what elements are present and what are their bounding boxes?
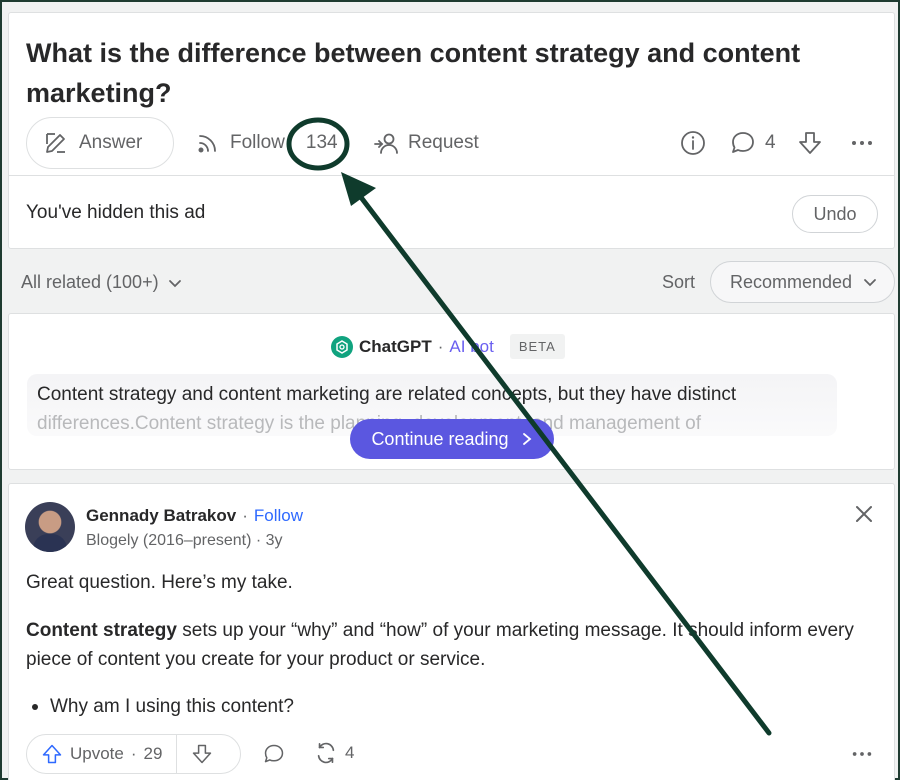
speech-bubble-icon[interactable]	[263, 743, 285, 765]
separator: ·	[130, 744, 137, 763]
answer-label: Answer	[79, 132, 143, 153]
chevron-down-icon	[864, 279, 876, 287]
undo-button[interactable]: Undo	[792, 195, 878, 233]
continue-reading-button[interactable]: Continue reading	[350, 419, 554, 459]
vote-bar: Upvote · 29	[26, 734, 241, 774]
list-item: Why am I using this content?	[26, 692, 856, 721]
ai-answer-header: ChatGPT · AI bot BETA	[331, 334, 565, 359]
follow-author-link[interactable]: Follow	[254, 506, 303, 526]
ellipsis-icon[interactable]	[850, 749, 874, 759]
arrow-up-icon	[42, 744, 62, 764]
follow-button[interactable]: Follow 134	[195, 117, 338, 169]
sort-dropdown[interactable]: Recommended	[710, 261, 895, 303]
upvote-label: Upvote	[70, 744, 124, 763]
page-frame: What is the difference between content s…	[0, 0, 900, 780]
ai-answer-card: ChatGPT · AI bot BETA Content strategy a…	[8, 313, 895, 470]
answer-body: Great question. Here’s my take. Content …	[26, 568, 856, 721]
separator: ·	[242, 506, 248, 525]
openai-logo-icon	[331, 335, 353, 358]
related-filter[interactable]: All related (100+)	[21, 272, 183, 293]
hidden-ad-card: You've hidden this ad Undo	[8, 175, 895, 249]
answer-card: Gennady Batrakov · Follow Blogely (2016–…	[8, 483, 895, 780]
answer-intro: Great question. Here’s my take.	[26, 572, 293, 593]
answer-button[interactable]: Answer	[26, 117, 174, 169]
more-options-button[interactable]	[849, 117, 875, 169]
ai-answer-line1: Content strategy and content marketing a…	[37, 384, 737, 405]
ai-bot-label[interactable]: AI bot	[449, 337, 493, 357]
upvote-count: 29	[143, 744, 163, 763]
sort-value: Recommended	[730, 271, 853, 292]
ellipsis-icon	[852, 141, 872, 145]
beta-badge: BETA	[509, 334, 565, 359]
follow-count: 134	[305, 132, 338, 153]
ai-name[interactable]: ChatGPT	[359, 337, 432, 357]
author-name[interactable]: Gennady Batrakov	[86, 506, 236, 526]
info-circle-icon	[681, 131, 705, 155]
downvote-question-button[interactable]	[797, 117, 823, 169]
chevron-right-icon	[522, 433, 531, 445]
downvote-button[interactable]	[177, 735, 227, 773]
chevron-down-icon	[168, 279, 181, 287]
arrow-down-icon	[193, 744, 212, 764]
upvote-button[interactable]: Upvote · 29	[27, 735, 178, 773]
question-card: What is the difference between content s…	[8, 12, 895, 175]
arrow-down-icon	[799, 132, 821, 154]
person-add-icon	[374, 133, 398, 154]
pencil-edit-icon	[46, 133, 65, 153]
sort-label: Sort	[662, 272, 696, 292]
separator: ·	[437, 336, 444, 356]
comment-count: 4	[765, 132, 776, 153]
reshare-icon	[317, 742, 335, 764]
author-line: Gennady Batrakov · Follow	[86, 506, 303, 526]
related-bar: All related (100+) Sort Recommended	[8, 255, 895, 311]
question-title[interactable]: What is the difference between content s…	[26, 33, 866, 113]
rss-feed-icon	[198, 135, 216, 153]
question-actions: Answer Follow 134 Request 4	[9, 117, 894, 171]
request-label: Request	[408, 132, 479, 153]
answer-bold-term: Content strategy	[26, 620, 177, 641]
related-label: All related (100+)	[21, 272, 159, 292]
follow-label: Follow	[230, 132, 285, 153]
speech-bubble-icon	[732, 132, 754, 153]
comment-button[interactable]: 4	[730, 117, 776, 169]
request-button[interactable]: Request	[373, 117, 479, 169]
author-credential: Blogely (2016–present) · 3y	[86, 532, 283, 549]
info-button[interactable]	[680, 117, 706, 169]
answer-paragraph: Content strategy sets up your “why” and …	[26, 616, 856, 674]
close-icon[interactable]	[854, 504, 874, 524]
continue-reading-label: Continue reading	[371, 428, 509, 449]
share-count: 4	[345, 743, 355, 762]
avatar[interactable]	[25, 502, 75, 552]
hidden-ad-message: You've hidden this ad	[26, 202, 206, 223]
share-button[interactable]: 4	[314, 741, 354, 765]
